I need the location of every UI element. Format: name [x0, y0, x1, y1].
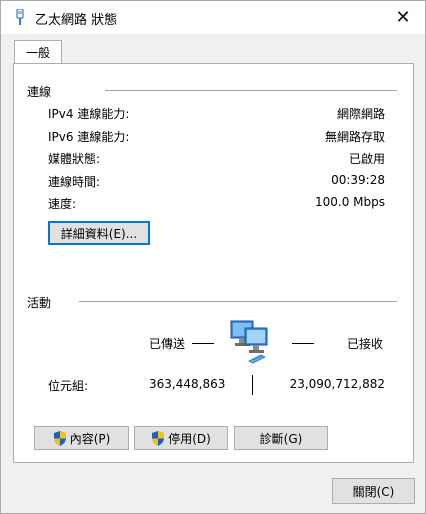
- activity-separator: [252, 375, 253, 395]
- bytes-received-value: 23,090,712,882: [289, 377, 385, 391]
- status-dialog: 乙太網路 狀態 ✕ 一般 連線 IPv4 連線能力: 網際網路 IPv6 連線能…: [0, 0, 426, 514]
- tab-general[interactable]: 一般: [14, 40, 62, 64]
- connection-section-title: 連線: [27, 85, 52, 99]
- duration-label: 連線時間:: [48, 175, 101, 189]
- bytes-label: 位元組:: [48, 379, 89, 393]
- received-line: [292, 343, 314, 344]
- general-panel: 連線 IPv4 連線能力: 網際網路 IPv6 連線能力: 無網路存取 媒體狀態…: [13, 63, 414, 463]
- details-button[interactable]: 詳細資料(E)...: [48, 221, 150, 245]
- media-state-value: 已啟用: [348, 152, 385, 166]
- speed-label: 速度:: [48, 197, 77, 211]
- tab-strip: 一般: [1, 34, 425, 64]
- close-icon[interactable]: ✕: [381, 1, 425, 33]
- title-bar: 乙太網路 狀態 ✕: [1, 1, 425, 34]
- sent-label: 已傳送: [149, 337, 186, 351]
- uac-shield-icon: [152, 430, 165, 446]
- disable-button[interactable]: 停用(D): [134, 426, 228, 450]
- window-title: 乙太網路 狀態: [35, 13, 118, 28]
- activity-section-title: 活動: [27, 296, 52, 310]
- ipv4-value: 網際網路: [336, 107, 385, 121]
- connection-divider: [105, 90, 397, 91]
- properties-button[interactable]: 內容(P): [34, 426, 129, 450]
- ipv6-value: 無網路存取: [324, 130, 385, 144]
- network-computers-icon: [230, 320, 268, 364]
- disable-button-label: 停用(D): [168, 431, 211, 446]
- uac-shield-icon: [53, 430, 66, 446]
- close-button[interactable]: 關閉(C): [332, 478, 415, 504]
- bytes-sent-value: 363,448,863: [149, 377, 226, 391]
- received-label: 已接收: [347, 337, 384, 351]
- duration-value: 00:39:28: [331, 173, 385, 187]
- ipv6-label: IPv6 連線能力:: [48, 130, 130, 144]
- sent-line: [192, 343, 214, 344]
- activity-divider: [79, 301, 397, 302]
- ipv4-label: IPv4 連線能力:: [48, 107, 130, 121]
- diagnose-button[interactable]: 診斷(G): [234, 426, 328, 450]
- speed-value: 100.0 Mbps: [314, 195, 385, 209]
- media-state-label: 媒體狀態:: [48, 152, 101, 166]
- ethernet-cable-icon: [16, 9, 24, 25]
- properties-button-label: 內容(P): [69, 431, 111, 446]
